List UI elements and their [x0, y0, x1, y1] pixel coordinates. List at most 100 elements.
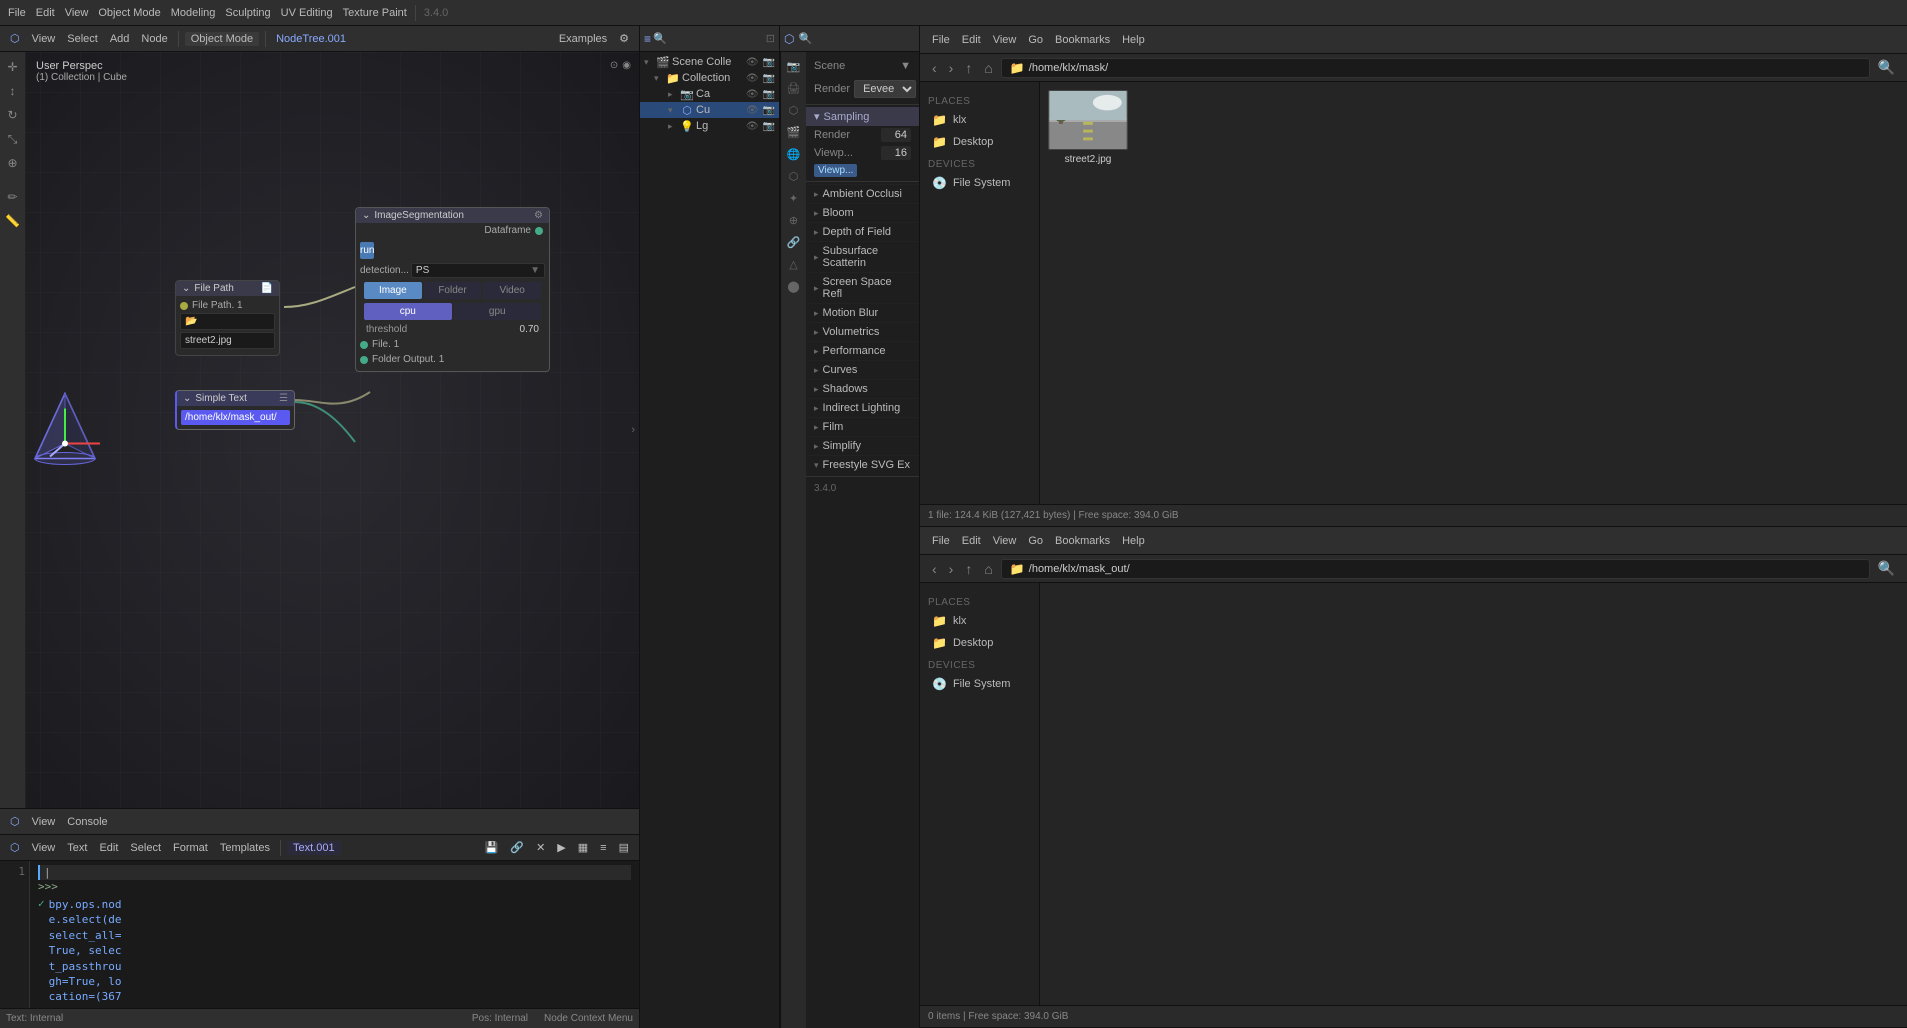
- console-type-icon[interactable]: ⬡: [6, 815, 24, 828]
- curves-section[interactable]: ▸ Curves: [806, 360, 919, 379]
- fd-bot-menu-bookmarks[interactable]: Bookmarks: [1051, 535, 1114, 547]
- cpu-btn[interactable]: cpu: [364, 303, 452, 320]
- places-klx-bottom[interactable]: 📁 klx: [920, 610, 1039, 632]
- performance-section[interactable]: ▸ Performance: [806, 341, 919, 360]
- fd-bot-menu-file[interactable]: File: [928, 535, 954, 547]
- render-props-icon[interactable]: ⬡: [784, 32, 794, 46]
- forward-btn-bottom[interactable]: ›: [945, 559, 958, 579]
- volumetrics-section[interactable]: ▸ Volumetrics: [806, 322, 919, 341]
- constraints-tab[interactable]: 🔗: [784, 232, 804, 252]
- particles-tab[interactable]: ✦: [784, 188, 804, 208]
- simple-text-input[interactable]: [181, 410, 290, 425]
- fd-top-menu-bookmarks[interactable]: Bookmarks: [1051, 34, 1114, 46]
- folder-btn[interactable]: Folder: [424, 282, 482, 299]
- viewport-type-icon[interactable]: ⬡: [6, 32, 24, 45]
- outliner-collection[interactable]: ▾ 📁 Collection 👁 📷: [640, 70, 779, 86]
- right-panel-toggle[interactable]: ›: [627, 420, 639, 440]
- console-menu-view[interactable]: View: [28, 816, 60, 828]
- path-bar-top[interactable]: 📁 /home/klx/mask/: [1001, 58, 1870, 78]
- text-type-icon[interactable]: ⬡: [6, 841, 24, 854]
- path-bar-bottom[interactable]: 📁 /home/klx/mask_out/: [1001, 559, 1870, 579]
- play-btn[interactable]: ▶: [553, 841, 569, 854]
- annotate-tool[interactable]: ✏: [2, 186, 24, 208]
- places-desktop-top[interactable]: 📁 Desktop: [920, 131, 1039, 153]
- menu-object-mode[interactable]: Object Mode: [94, 7, 164, 19]
- world-tab[interactable]: 🌐: [784, 144, 804, 164]
- rotate-tool[interactable]: ↻: [2, 104, 24, 126]
- back-btn-bottom[interactable]: ‹: [928, 559, 941, 579]
- physics-tab[interactable]: ⊕: [784, 210, 804, 230]
- transform-tool[interactable]: ⊕: [2, 152, 24, 174]
- viewport-menu-select[interactable]: Select: [63, 33, 102, 45]
- filter-icon[interactable]: ⊡: [766, 32, 775, 45]
- fd-top-menu-view[interactable]: View: [989, 34, 1021, 46]
- search-btn-top[interactable]: 🔍: [1874, 57, 1899, 78]
- bloom-section[interactable]: ▸ Bloom: [806, 203, 919, 222]
- devices-filesystem-bottom[interactable]: 💿 File System: [920, 673, 1039, 695]
- outliner-scene-colle[interactable]: ▾ 🎬 Scene Colle 👁 📷: [640, 54, 779, 70]
- render-search-icon[interactable]: 🔍: [798, 32, 812, 45]
- cursor-tool[interactable]: ✛: [2, 56, 24, 78]
- save-icon[interactable]: 💾: [481, 841, 503, 854]
- scale-tool[interactable]: ⤡: [2, 128, 24, 150]
- outliner-cu[interactable]: ▾ ⬡ Cu 👁 📷: [640, 102, 779, 118]
- home-btn-top[interactable]: ⌂: [980, 58, 996, 78]
- detection-dropdown[interactable]: PS ▼: [411, 263, 545, 278]
- fd-bot-menu-go[interactable]: Go: [1024, 535, 1047, 547]
- outliner-lg[interactable]: ▸ 💡 Lg 👁 📷: [640, 118, 779, 134]
- object-tab[interactable]: ⬡: [784, 166, 804, 186]
- toolbar-menu-edit[interactable]: Edit: [95, 842, 122, 854]
- viewport-menu-view[interactable]: View: [28, 33, 60, 45]
- outliner-ca[interactable]: ▸ 📷 Ca 👁 📷: [640, 86, 779, 102]
- mode-selector[interactable]: Object Mode: [185, 32, 259, 46]
- viewport-denoise-val[interactable]: Viewp...: [814, 164, 857, 177]
- outliner-search[interactable]: 🔍: [653, 32, 667, 45]
- menu-edit[interactable]: Edit: [32, 7, 59, 19]
- run-button[interactable]: run: [360, 242, 374, 259]
- devices-filesystem-top[interactable]: 💿 File System: [920, 172, 1039, 194]
- toolbar-menu-view[interactable]: View: [28, 842, 60, 854]
- home-btn-bottom[interactable]: ⌂: [980, 559, 996, 579]
- gpu-btn[interactable]: gpu: [454, 303, 542, 320]
- places-desktop-bottom[interactable]: 📁 Desktop: [920, 632, 1039, 654]
- viewport-menu-add[interactable]: Add: [106, 33, 134, 45]
- toolbar-menu-format[interactable]: Format: [169, 842, 212, 854]
- fd-bot-menu-view[interactable]: View: [989, 535, 1021, 547]
- back-btn-top[interactable]: ‹: [928, 58, 941, 78]
- render-props-tab[interactable]: 📷: [784, 56, 804, 76]
- screen-space-section[interactable]: ▸ Screen Space Refl: [806, 272, 919, 303]
- toolbar-menu-templates[interactable]: Templates: [216, 842, 274, 854]
- render-samples-val[interactable]: 64: [881, 128, 911, 142]
- up-btn-bottom[interactable]: ↑: [961, 559, 976, 579]
- search-btn-bottom[interactable]: 🔍: [1874, 558, 1899, 579]
- fd-bot-menu-edit[interactable]: Edit: [958, 535, 985, 547]
- toolbar-menu-text[interactable]: Text: [63, 842, 91, 854]
- move-tool[interactable]: ↕: [2, 80, 24, 102]
- shadows-section[interactable]: ▸ Shadows: [806, 379, 919, 398]
- ambient-occlusion-section[interactable]: ▸ Ambient Occlusi: [806, 184, 919, 203]
- simplify-section[interactable]: ▸ Simplify: [806, 436, 919, 455]
- freestyle-section[interactable]: ▾ Freestyle SVG Ex: [806, 455, 919, 474]
- fd-top-menu-file[interactable]: File: [928, 34, 954, 46]
- fd-top-menu-help[interactable]: Help: [1118, 34, 1149, 46]
- output-props-tab[interactable]: 🖨: [784, 78, 804, 98]
- data-tab[interactable]: △: [784, 254, 804, 274]
- layout-btn3[interactable]: ▤: [615, 841, 633, 854]
- image-btn[interactable]: Image: [364, 282, 422, 299]
- fd-top-menu-go[interactable]: Go: [1024, 34, 1047, 46]
- layout-btn1[interactable]: ▦: [574, 841, 592, 854]
- viewport-options[interactable]: ⚙: [615, 32, 633, 45]
- scene-tab[interactable]: 🎬: [784, 122, 804, 142]
- fd-bot-menu-help[interactable]: Help: [1118, 535, 1149, 547]
- render-engine-select[interactable]: Eevee: [854, 80, 916, 98]
- forward-btn-top[interactable]: ›: [945, 58, 958, 78]
- link-icon[interactable]: 🔗: [506, 841, 528, 854]
- menu-view[interactable]: View: [61, 7, 93, 19]
- depth-of-field-section[interactable]: ▸ Depth of Field: [806, 222, 919, 241]
- menu-uv-editing[interactable]: UV Editing: [277, 7, 337, 19]
- material-tab[interactable]: ⬤: [784, 276, 804, 296]
- examples-btn[interactable]: Examples: [555, 33, 611, 45]
- video-btn[interactable]: Video: [483, 282, 541, 299]
- close-text-btn[interactable]: ✕: [532, 841, 549, 854]
- console-menu-console[interactable]: Console: [63, 816, 111, 828]
